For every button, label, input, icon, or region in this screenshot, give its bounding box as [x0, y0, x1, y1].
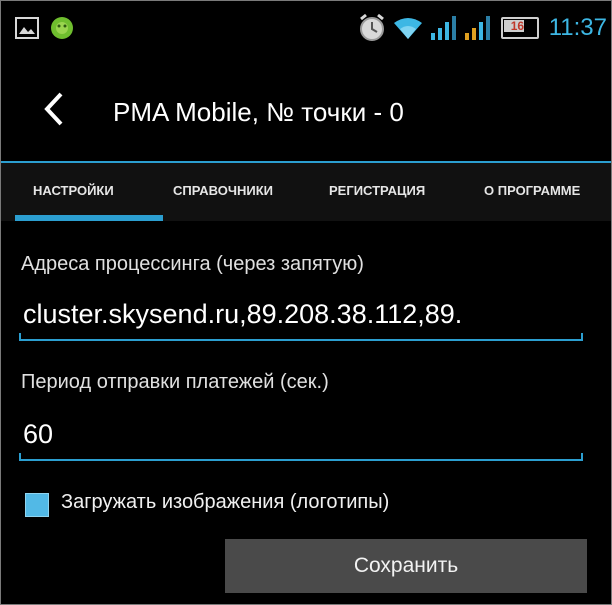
- android-icon: [51, 17, 73, 39]
- battery-level: 16: [510, 19, 525, 33]
- app-screen: 16 11:37 PMA Mobile, № точки - 0 НАСТРОЙ…: [0, 0, 612, 605]
- input-tick-left: [19, 333, 21, 341]
- send-period-value[interactable]: 60: [23, 419, 583, 450]
- input-tick-right: [581, 453, 583, 461]
- input-underline: [19, 339, 583, 341]
- wifi-icon: [393, 18, 422, 39]
- load-images-label[interactable]: Загружать изображения (логотипы): [61, 491, 389, 514]
- signal-icon: [430, 16, 456, 40]
- page-title: PMA Mobile, № точки - 0: [113, 97, 404, 127]
- signal-icon: [464, 16, 490, 40]
- battery-icon: 16: [500, 17, 539, 39]
- status-bar-right: 16 11:37: [357, 13, 607, 43]
- settings-form: Адреса процессинга (через запятую) clust…: [1, 221, 611, 604]
- processing-addresses-input[interactable]: cluster.skysend.ru,89.208.38.112,89.: [19, 297, 583, 341]
- tab-directories[interactable]: СПРАВОЧНИКИ: [173, 183, 273, 198]
- load-images-checkbox[interactable]: [25, 493, 49, 517]
- tab-settings[interactable]: НАСТРОЙКИ: [33, 183, 114, 198]
- action-bar: PMA Mobile, № точки - 0: [1, 57, 611, 161]
- image-icon: [15, 17, 39, 39]
- processing-addresses-value[interactable]: cluster.skysend.ru,89.208.38.112,89.: [23, 299, 583, 330]
- tab-bar: НАСТРОЙКИ СПРАВОЧНИКИ РЕГИСТРАЦИЯ О ПРОГ…: [1, 161, 611, 223]
- tab-about[interactable]: О ПРОГРАММЕ: [484, 183, 580, 198]
- alarm-clock-icon: [359, 13, 384, 41]
- save-button[interactable]: Сохранить: [225, 539, 587, 593]
- clock: 11:37: [548, 14, 607, 41]
- send-period-input[interactable]: 60: [19, 417, 583, 461]
- input-tick-right: [581, 333, 583, 341]
- processing-addresses-label: Адреса процессинга (через запятую): [21, 253, 364, 275]
- back-arrow-icon[interactable]: [39, 91, 73, 127]
- status-bar: 16 11:37: [1, 1, 611, 57]
- input-underline: [19, 459, 583, 461]
- tab-registration[interactable]: РЕГИСТРАЦИЯ: [329, 183, 425, 198]
- send-period-label: Период отправки платежей (сек.): [21, 371, 329, 393]
- status-bar-left: [15, 15, 75, 41]
- input-tick-left: [19, 453, 21, 461]
